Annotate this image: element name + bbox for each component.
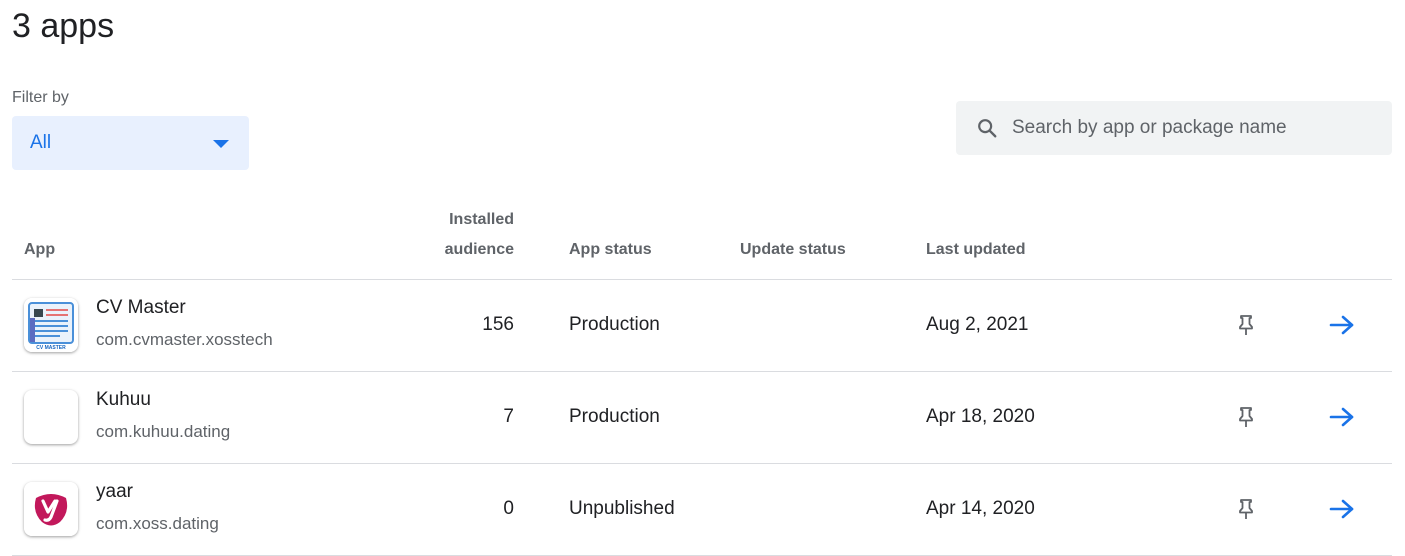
installed-audience: 156 <box>482 314 514 335</box>
search-input[interactable] <box>1012 117 1372 139</box>
app-package: com.xoss.dating <box>96 514 219 533</box>
app-status: Production <box>569 314 660 335</box>
filter-selected-value: All <box>30 132 52 153</box>
filter-dropdown[interactable]: All <box>12 116 249 170</box>
caret-down-icon <box>213 140 229 148</box>
search-icon <box>976 117 998 139</box>
pin-icon[interactable] <box>1234 313 1258 337</box>
last-updated: Aug 2, 2021 <box>926 314 1029 335</box>
pin-icon[interactable] <box>1234 405 1258 429</box>
arrow-right-icon[interactable] <box>1329 313 1355 337</box>
installed-audience: 0 <box>503 498 514 519</box>
table-row[interactable]: Kuhuu com.kuhuu.dating 7 Production Apr … <box>12 372 1392 464</box>
last-updated: Apr 18, 2020 <box>926 406 1035 427</box>
table-header: App Installed audience App status Update… <box>12 196 1392 280</box>
search-box[interactable] <box>956 101 1392 155</box>
last-updated: Apr 14, 2020 <box>926 498 1035 519</box>
column-header-installed-line2: audience <box>444 241 514 258</box>
apps-table: App Installed audience App status Update… <box>12 196 1392 556</box>
table-row[interactable]: CV MASTER CV Master com.cvmaster.xosstec… <box>12 280 1392 372</box>
page-title: 3 apps <box>12 7 115 45</box>
column-header-update-status[interactable]: Update status <box>740 235 846 265</box>
blank-app-icon <box>24 390 78 444</box>
cv-master-icon-text: CV MASTER <box>36 345 66 351</box>
yaar-logo-icon <box>24 482 78 536</box>
column-header-installed-audience[interactable]: Installed audience <box>394 205 514 265</box>
app-name: Kuhuu <box>96 389 151 410</box>
pin-icon[interactable] <box>1234 497 1258 521</box>
app-name: CV Master <box>96 297 186 318</box>
column-header-last-updated[interactable]: Last updated <box>926 235 1026 265</box>
column-header-installed-line1: Installed <box>449 211 514 228</box>
arrow-right-icon[interactable] <box>1329 405 1355 429</box>
app-status: Production <box>569 406 660 427</box>
app-package: com.cvmaster.xosstech <box>96 330 273 349</box>
app-status: Unpublished <box>569 498 675 519</box>
app-package: com.kuhuu.dating <box>96 422 231 441</box>
column-header-app-status[interactable]: App status <box>569 235 652 265</box>
installed-audience: 7 <box>503 406 514 427</box>
arrow-right-icon[interactable] <box>1329 497 1355 521</box>
filter-label: Filter by <box>12 89 69 106</box>
column-header-app[interactable]: App <box>24 235 55 265</box>
table-row[interactable]: yaar com.xoss.dating 0 Unpublished Apr 1… <box>12 464 1392 556</box>
cv-master-icon: CV MASTER <box>24 298 78 352</box>
app-name: yaar <box>96 481 133 502</box>
